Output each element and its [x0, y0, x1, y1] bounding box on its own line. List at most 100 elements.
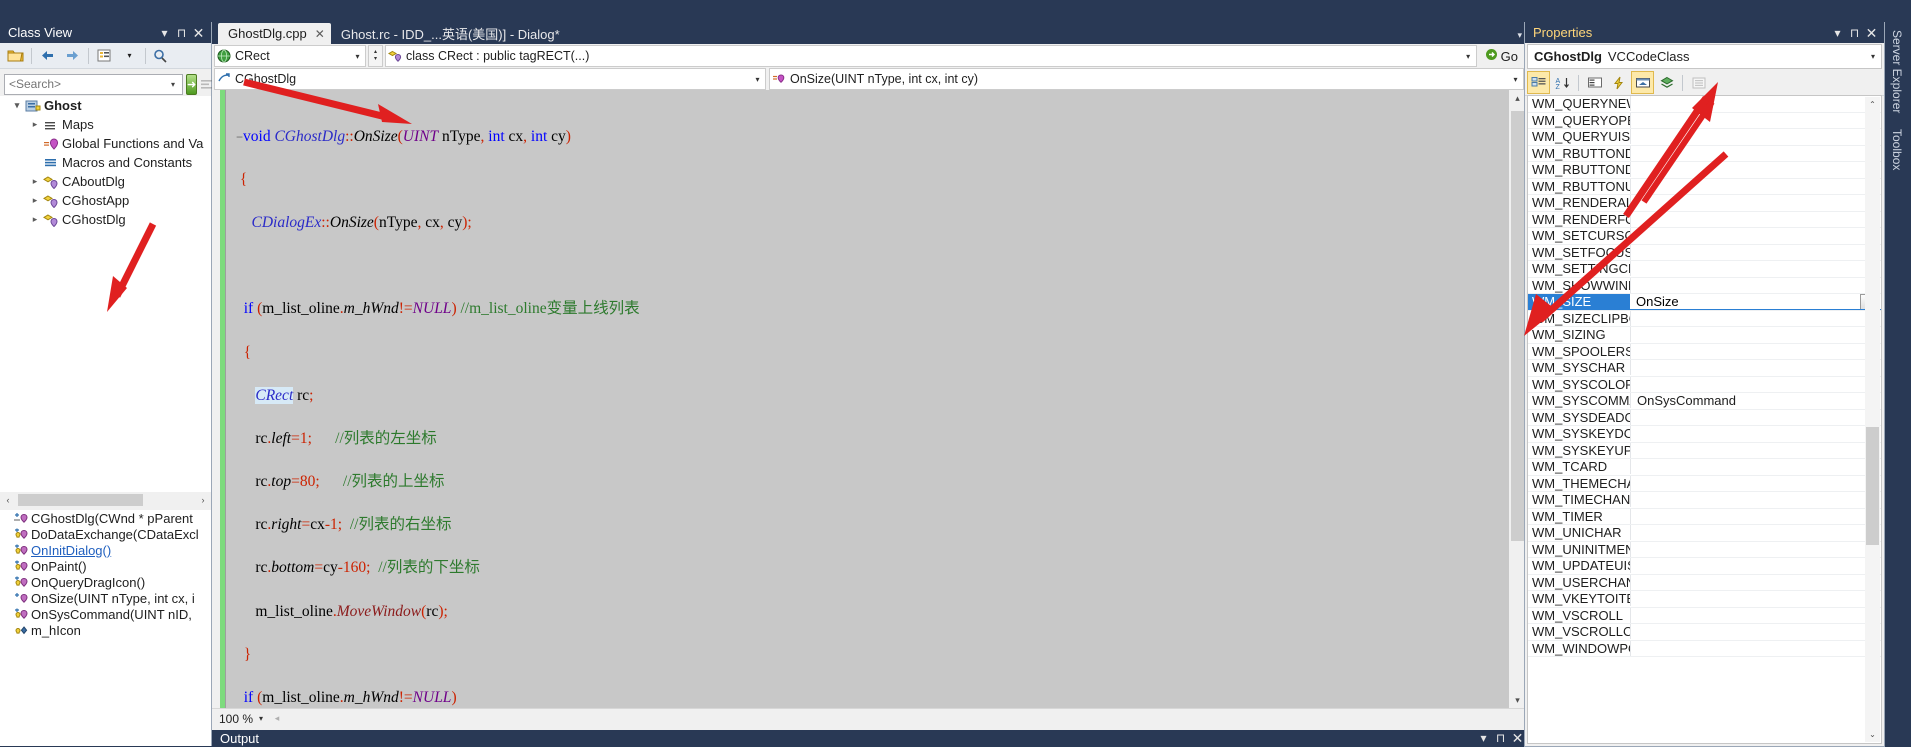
scroll-up-arrow-icon[interactable]: ⌃ [1865, 97, 1880, 112]
property-row[interactable]: WM_SYSKEYDOW [1528, 426, 1881, 443]
signature-combo[interactable]: class CRect : public tagRECT(...) ▾ [385, 45, 1477, 67]
tab-ghostdlg-cpp[interactable]: GhostDlg.cpp ✕ [218, 23, 331, 44]
back-arrow-icon[interactable] [36, 44, 59, 67]
class-view-horizontal-scrollbar[interactable]: ‹ › [0, 492, 211, 508]
property-row[interactable]: WM_QUERYUIST/ [1528, 129, 1881, 146]
property-row[interactable]: WM_QUERYNEWI [1528, 96, 1881, 113]
property-row[interactable]: WM_RBUTTONUF [1528, 178, 1881, 195]
property-row[interactable]: WM_QUERYOPEN [1528, 112, 1881, 129]
property-row[interactable]: WM_UNICHAR [1528, 525, 1881, 542]
dock-tab-server-explorer[interactable]: Server Explorer [1885, 22, 1909, 121]
member-label[interactable]: OnInitDialog() [31, 543, 111, 558]
find-symbol-icon[interactable] [150, 44, 173, 67]
expander-icon[interactable]: ▸ [28, 176, 42, 187]
tree-item-maps[interactable]: ▸ Maps [0, 115, 211, 134]
scroll-left-arrow-icon[interactable]: ‹ [0, 492, 16, 508]
close-icon[interactable]: ✕ [315, 27, 325, 41]
messages-icon[interactable] [1631, 71, 1654, 94]
editor-outlining-margin[interactable] [225, 90, 234, 709]
property-value[interactable]: OnSize▾ [1630, 294, 1881, 310]
list-item[interactable]: OnSysCommand(UINT nID, [0, 606, 211, 622]
property-row[interactable]: WM_UPDATEUIST [1528, 558, 1881, 575]
property-value[interactable]: OnSysCommand [1631, 393, 1881, 408]
scroll-right-arrow-icon[interactable]: › [195, 492, 211, 508]
property-row[interactable]: WM_SETFOCUS [1528, 244, 1881, 261]
chevron-down-icon[interactable]: ▾ [166, 80, 180, 89]
property-row[interactable]: WM_TIMECHANG [1528, 492, 1881, 509]
class-view-tree[interactable]: ▾ Ghost ▸ Maps Global Functions and Va M… [0, 96, 211, 494]
expander-icon[interactable]: ▸ [28, 214, 42, 225]
list-item[interactable]: m_hIcon [0, 622, 211, 638]
search-input[interactable] [7, 76, 166, 92]
scrollbar-thumb[interactable] [1866, 427, 1879, 545]
property-row[interactable]: WM_SYSCOLORCI [1528, 376, 1881, 393]
properties-vertical-scrollbar[interactable]: ⌃ ⌄ [1865, 97, 1880, 742]
chevron-down-icon[interactable]: ▾ [259, 714, 267, 723]
property-row-selected[interactable]: WM_SIZE OnSize▾ [1528, 294, 1881, 311]
scroll-down-arrow-icon[interactable]: ⌄ [1865, 727, 1880, 742]
tree-item-macros-constants[interactable]: Macros and Constants [0, 153, 211, 172]
spinner-down-icon[interactable]: ▾ [374, 56, 377, 63]
chevron-down-icon[interactable]: ▾ [1461, 52, 1476, 61]
list-item[interactable]: DoDataExchange(CDataExcl [0, 526, 211, 542]
property-pages-icon[interactable] [1687, 71, 1710, 94]
expander-icon[interactable]: ▸ [28, 119, 42, 130]
scrollbar-track[interactable] [16, 492, 195, 508]
spinner-up-icon[interactable]: ▴ [374, 49, 377, 56]
property-row[interactable]: WM_SETTINGCHA [1528, 261, 1881, 278]
list-item[interactable]: CGhostDlg(CWnd * pParent [0, 510, 211, 526]
property-row[interactable]: WM_RENDERFOR [1528, 211, 1881, 228]
scroll-left-arrow-icon[interactable]: ◂ [269, 711, 285, 727]
property-row[interactable]: WM_VSCROLL [1528, 607, 1881, 624]
code-editor-surface[interactable]: −void CGhostDlg::OnSize(UINT nType, int … [212, 90, 1526, 709]
properties-object-selector[interactable]: CGhostDlg VCCodeClass ▾ [1527, 44, 1882, 69]
close-icon[interactable]: ✕ [1863, 24, 1880, 41]
pin-icon[interactable]: ⊓ [173, 24, 190, 41]
properties-icon[interactable] [1583, 71, 1606, 94]
property-row[interactable]: WM_TIMER [1528, 508, 1881, 525]
property-row[interactable]: WM_SIZING [1528, 327, 1881, 344]
properties-message-grid[interactable]: WM_QUERYNEWIWM_QUERYOPENWM_QUERYUIST/WM_… [1527, 95, 1882, 744]
property-row[interactable]: WM_SYSKEYUP [1528, 442, 1881, 459]
chevron-down-icon[interactable]: ▾ [350, 52, 365, 61]
tree-item-cghostapp[interactable]: ▸ CGhostApp [0, 191, 211, 210]
expander-icon[interactable]: ▸ [28, 195, 42, 206]
property-row[interactable]: WM_SYSDEADCH/ [1528, 409, 1881, 426]
nav-spinner[interactable]: ▴ ▾ [368, 45, 383, 67]
outline-collapse-icon[interactable]: − [236, 130, 243, 144]
property-row[interactable]: WM_SPOOLERSTA [1528, 343, 1881, 360]
list-item[interactable]: OnPaint() [0, 558, 211, 574]
tab-overflow-chevron-icon[interactable]: ▾ [1517, 30, 1522, 41]
property-row[interactable]: WM_VSCROLLCLI [1528, 624, 1881, 641]
property-row[interactable]: WM_SYSCHAR [1528, 360, 1881, 377]
tab-ghost-rc[interactable]: Ghost.rc - IDD_...英语(美国)] - Dialog* [331, 23, 566, 44]
list-item[interactable]: OnQueryDragIcon() [0, 574, 211, 590]
categorized-icon[interactable] [1527, 71, 1550, 94]
class-combo[interactable]: CGhostDlg ▾ [214, 68, 766, 90]
properties-rows[interactable]: WM_QUERYNEWIWM_QUERYOPENWM_QUERYUIST/WM_… [1528, 96, 1881, 657]
class-view-members-list[interactable]: CGhostDlg(CWnd * pParent DoDataExchange(… [0, 510, 211, 746]
code-text[interactable]: −void CGhostDlg::OnSize(UINT nType, int … [234, 90, 1509, 709]
property-row[interactable]: WM_THEMECHAN [1528, 475, 1881, 492]
expander-icon[interactable]: ▾ [10, 100, 24, 111]
list-item-selected[interactable]: OnInitDialog() [0, 542, 211, 558]
overrides-icon[interactable] [1655, 71, 1678, 94]
pin-icon[interactable]: ⊓ [1492, 730, 1509, 747]
chevron-down-icon[interactable]: ▾ [1865, 52, 1881, 61]
tree-item-global-functions[interactable]: Global Functions and Va [0, 134, 211, 153]
chevron-down-icon[interactable]: ▾ [1508, 75, 1523, 84]
chevron-down-icon[interactable]: ▾ [156, 24, 173, 41]
property-row[interactable]: WM_USERCHANG [1528, 574, 1881, 591]
zoom-control[interactable]: 100 % ▾ [214, 710, 270, 727]
scrollbar-thumb[interactable] [18, 494, 143, 506]
property-row[interactable]: WM_SYSCOMMAI OnSysCommand [1528, 393, 1881, 410]
search-go-button[interactable]: ➜ [186, 73, 198, 95]
tree-item-cghostdlg[interactable]: ▸ CGhostDlg [0, 210, 211, 229]
events-icon[interactable] [1607, 71, 1630, 94]
chevron-down-icon[interactable]: ▾ [750, 75, 765, 84]
list-item[interactable]: OnSize(UINT nType, int cx, i [0, 590, 211, 606]
property-row[interactable]: WM_SETCURSOR [1528, 228, 1881, 245]
dropdown-arrow-icon[interactable]: ▾ [118, 44, 141, 67]
scrollbar-thumb[interactable] [1511, 111, 1524, 541]
search-input-container[interactable]: ▾ [4, 73, 183, 95]
